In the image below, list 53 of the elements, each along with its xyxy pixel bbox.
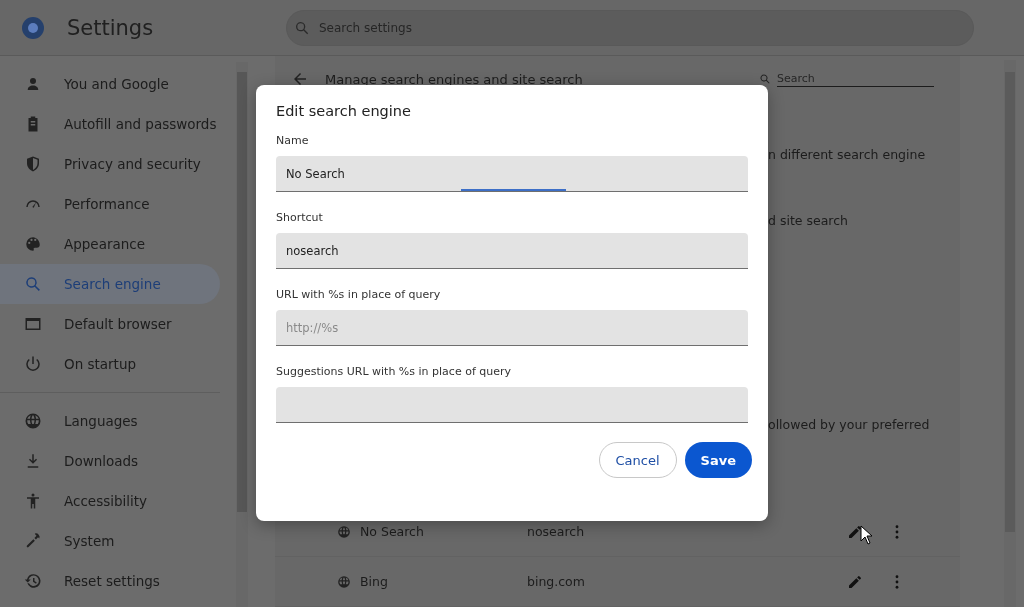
browser-window-icon [24,315,42,333]
more-options-icon[interactable] [895,574,899,589]
wrench-icon [24,532,42,550]
sidebar-item[interactable]: Default browser [0,304,220,344]
globe-icon [337,574,351,589]
sidebar-item[interactable]: Accessibility [0,481,220,521]
engine-name: Bing [360,574,389,589]
field-label: Shortcut [276,211,324,224]
description-text: n different search engine [768,146,926,162]
dialog-title: Edit search engine [276,103,412,119]
page-title: Manage search engines and site search [325,71,584,87]
mouse-cursor-icon [860,525,872,545]
sidebar-item[interactable]: Performance [0,184,220,224]
engine-name: No Search [360,524,425,539]
sidebar-item[interactable]: Appearance [0,224,220,264]
history-icon [24,572,42,590]
field-label: URL with %s in place of query [276,288,442,301]
more-options-icon[interactable] [895,524,899,539]
sidebar-item[interactable]: System [0,521,220,561]
description-text: d site search [768,212,848,228]
globe-icon [337,524,351,539]
engine-shortcut: bing.com [527,574,586,589]
sidebar-item[interactable]: Search engine [0,264,220,304]
globe-icon [24,412,42,430]
description-text: ollowed by your preferred [768,416,930,432]
shield-icon [24,155,42,173]
engine-shortcut: nosearch [527,524,586,539]
app-title: Settings [67,15,155,40]
input-field[interactable] [276,387,748,423]
search-icon [294,19,310,36]
sidebar-item[interactable]: Languages [0,401,220,441]
field-label: Name [276,134,310,147]
input-field[interactable]: nosearch [276,233,748,269]
sidebar-item[interactable]: Privacy and security [0,144,220,184]
search-icon [759,73,771,86]
scrollbar[interactable] [236,62,248,607]
sidebar-item[interactable]: On startup [0,344,220,384]
input-field[interactable]: http://%s [276,310,748,346]
sidebar-item[interactable]: Reset settings [0,561,220,601]
browser-logo-icon [21,15,45,40]
sidebar-item[interactable]: Downloads [0,441,220,481]
sidebar-item[interactable]: You and Google [0,64,220,104]
field-label: Suggestions URL with %s in place of query [276,365,513,378]
edit-icon[interactable] [847,523,863,540]
cancel-button[interactable]: Cancel [598,442,677,478]
input-field[interactable]: No Search [276,156,748,192]
search-field[interactable]: Search [777,71,934,88]
palette-icon [24,235,42,253]
search-icon [24,275,42,293]
sidebar-item[interactable]: Autofill and passwords [0,104,220,144]
save-button[interactable]: Save [684,442,752,478]
power-icon [24,355,42,373]
accessibility-icon [24,492,42,510]
